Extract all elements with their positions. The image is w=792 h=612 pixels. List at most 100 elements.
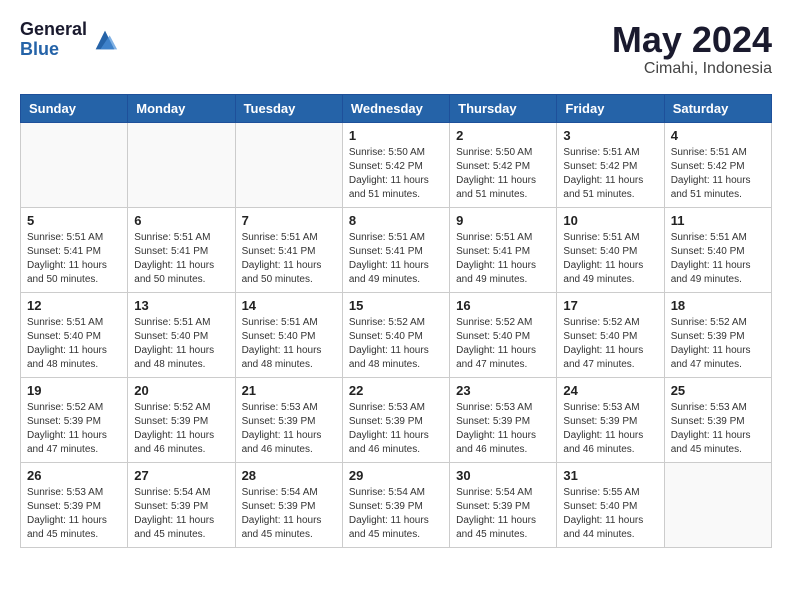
month-title: May 2024: [612, 20, 772, 60]
calendar-cell: 3Sunrise: 5:51 AM Sunset: 5:42 PM Daylig…: [557, 122, 664, 207]
calendar-cell: 5Sunrise: 5:51 AM Sunset: 5:41 PM Daylig…: [21, 207, 128, 292]
calendar-cell: 28 Sunrise: 5:54 AM Sunset: 5:39 PM Dayli…: [235, 462, 342, 547]
day-number: 1: [349, 128, 443, 143]
day-number: 5: [27, 213, 121, 228]
weekday-header-wednesday: Wednesday: [342, 94, 449, 122]
day-info: Sunrise: 5:51 AM Sunset: 5:41 PM Dayligh…: [242, 231, 336, 287]
calendar-cell: 12 Sunrise: 5:51 AM Sunset: 5:40 PM Dayli…: [21, 292, 128, 377]
calendar-cell: 9Sunrise: 5:51 AM Sunset: 5:41 PM Daylig…: [450, 207, 557, 292]
calendar-cell: 31 Sunrise: 5:55 AM Sunset: 5:40 PM Dayli…: [557, 462, 664, 547]
day-info: Sunrise: 5:51 AM Sunset: 5:40 PM Dayligh…: [242, 316, 336, 372]
weekday-header-thursday: Thursday: [450, 94, 557, 122]
day-number: 7: [242, 213, 336, 228]
day-info: Sunrise: 5:53 AM Sunset: 5:39 PM Dayligh…: [242, 401, 336, 457]
day-info: Sunrise: 5:51 AM Sunset: 5:42 PM Dayligh…: [563, 146, 657, 202]
calendar-cell: 10 Sunrise: 5:51 AM Sunset: 5:40 PM Dayli…: [557, 207, 664, 292]
day-number: 24: [563, 383, 657, 398]
calendar-cell: 13Sunrise: 5:51 AM Sunset: 5:40 PM Dayli…: [128, 292, 235, 377]
calendar-cell: 23 Sunrise: 5:53 AM Sunset: 5:39 PM Dayli…: [450, 377, 557, 462]
calendar-week-row: 1 Sunrise: 5:50 AM Sunset: 5:42 PM Daylig…: [21, 122, 772, 207]
day-info: Sunrise: 5:51 AM Sunset: 5:40 PM Dayligh…: [27, 316, 121, 372]
calendar-cell: 29Sunrise: 5:54 AM Sunset: 5:39 PM Dayli…: [342, 462, 449, 547]
calendar-cell: 24 Sunrise: 5:53 AM Sunset: 5:39 PM Dayli…: [557, 377, 664, 462]
day-number: 23: [456, 383, 550, 398]
day-number: 28: [242, 468, 336, 483]
calendar-cell: [235, 122, 342, 207]
logo-text: General Blue: [20, 20, 87, 60]
day-info: Sunrise: 5:51 AM Sunset: 5:41 PM Dayligh…: [349, 231, 443, 287]
day-info: Sunrise: 5:51 AM Sunset: 5:42 PM Dayligh…: [671, 146, 765, 202]
title-block: May 2024 Cimahi, Indonesia: [612, 20, 772, 78]
location: Cimahi, Indonesia: [612, 60, 772, 78]
day-info: Sunrise: 5:50 AM Sunset: 5:42 PM Dayligh…: [456, 146, 550, 202]
calendar-cell: 26 Sunrise: 5:53 AM Sunset: 5:39 PM Dayli…: [21, 462, 128, 547]
calendar-cell: 22 Sunrise: 5:53 AM Sunset: 5:39 PM Dayli…: [342, 377, 449, 462]
calendar-cell: [664, 462, 771, 547]
day-info: Sunrise: 5:52 AM Sunset: 5:40 PM Dayligh…: [563, 316, 657, 372]
calendar-cell: 1 Sunrise: 5:50 AM Sunset: 5:42 PM Daylig…: [342, 122, 449, 207]
day-number: 31: [563, 468, 657, 483]
weekday-header-sunday: Sunday: [21, 94, 128, 122]
calendar-cell: [128, 122, 235, 207]
day-number: 18: [671, 298, 765, 313]
day-info: Sunrise: 5:54 AM Sunset: 5:39 PM Dayligh…: [134, 486, 228, 542]
day-info: Sunrise: 5:52 AM Sunset: 5:39 PM Dayligh…: [134, 401, 228, 457]
day-number: 26: [27, 468, 121, 483]
day-number: 25: [671, 383, 765, 398]
calendar-cell: 7 Sunrise: 5:51 AM Sunset: 5:41 PM Daylig…: [235, 207, 342, 292]
calendar-cell: 20 Sunrise: 5:52 AM Sunset: 5:39 PM Dayli…: [128, 377, 235, 462]
weekday-header-saturday: Saturday: [664, 94, 771, 122]
day-info: Sunrise: 5:55 AM Sunset: 5:40 PM Dayligh…: [563, 486, 657, 542]
calendar-cell: 8Sunrise: 5:51 AM Sunset: 5:41 PM Daylig…: [342, 207, 449, 292]
day-info: Sunrise: 5:50 AM Sunset: 5:42 PM Dayligh…: [349, 146, 443, 202]
logo-blue: Blue: [20, 40, 87, 60]
day-number: 4: [671, 128, 765, 143]
day-info: Sunrise: 5:52 AM Sunset: 5:40 PM Dayligh…: [349, 316, 443, 372]
calendar-cell: 16 Sunrise: 5:52 AM Sunset: 5:40 PM Dayli…: [450, 292, 557, 377]
calendar-cell: 30Sunrise: 5:54 AM Sunset: 5:39 PM Dayli…: [450, 462, 557, 547]
day-number: 16: [456, 298, 550, 313]
day-info: Sunrise: 5:54 AM Sunset: 5:39 PM Dayligh…: [242, 486, 336, 542]
calendar-week-row: 5 Sunrise: 5:51 AM Sunset: 5:41 PM Daylig…: [21, 207, 772, 292]
calendar-cell: 6 Sunrise: 5:51 AM Sunset: 5:41 PM Daylig…: [128, 207, 235, 292]
day-number: 11: [671, 213, 765, 228]
calendar-cell: 14 Sunrise: 5:51 AM Sunset: 5:40 PM Dayli…: [235, 292, 342, 377]
day-info: Sunrise: 5:53 AM Sunset: 5:39 PM Dayligh…: [563, 401, 657, 457]
weekday-header-row: SundayMondayTuesdayWednesdayThursdayFrid…: [21, 94, 772, 122]
calendar-week-row: 26 Sunrise: 5:53 AM Sunset: 5:39 PM Dayli…: [21, 462, 772, 547]
day-info: Sunrise: 5:52 AM Sunset: 5:39 PM Dayligh…: [27, 401, 121, 457]
weekday-header-friday: Friday: [557, 94, 664, 122]
calendar-cell: 2 Sunrise: 5:50 AM Sunset: 5:42 PM Daylig…: [450, 122, 557, 207]
weekday-header-monday: Monday: [128, 94, 235, 122]
day-info: Sunrise: 5:54 AM Sunset: 5:39 PM Dayligh…: [456, 486, 550, 542]
day-info: Sunrise: 5:53 AM Sunset: 5:39 PM Dayligh…: [671, 401, 765, 457]
day-info: Sunrise: 5:51 AM Sunset: 5:40 PM Dayligh…: [563, 231, 657, 287]
calendar-cell: 19 Sunrise: 5:52 AM Sunset: 5:39 PM Dayli…: [21, 377, 128, 462]
calendar-week-row: 12 Sunrise: 5:51 AM Sunset: 5:40 PM Dayli…: [21, 292, 772, 377]
day-info: Sunrise: 5:53 AM Sunset: 5:39 PM Dayligh…: [349, 401, 443, 457]
calendar-cell: [21, 122, 128, 207]
day-info: Sunrise: 5:52 AM Sunset: 5:40 PM Dayligh…: [456, 316, 550, 372]
calendar-cell: 18 Sunrise: 5:52 AM Sunset: 5:39 PM Dayli…: [664, 292, 771, 377]
day-number: 15: [349, 298, 443, 313]
day-number: 6: [134, 213, 228, 228]
calendar-cell: 11Sunrise: 5:51 AM Sunset: 5:40 PM Dayli…: [664, 207, 771, 292]
day-number: 2: [456, 128, 550, 143]
day-number: 19: [27, 383, 121, 398]
day-number: 10: [563, 213, 657, 228]
day-info: Sunrise: 5:51 AM Sunset: 5:41 PM Dayligh…: [134, 231, 228, 287]
day-info: Sunrise: 5:53 AM Sunset: 5:39 PM Dayligh…: [456, 401, 550, 457]
day-info: Sunrise: 5:51 AM Sunset: 5:40 PM Dayligh…: [134, 316, 228, 372]
calendar-cell: 27Sunrise: 5:54 AM Sunset: 5:39 PM Dayli…: [128, 462, 235, 547]
day-number: 20: [134, 383, 228, 398]
day-number: 22: [349, 383, 443, 398]
day-number: 14: [242, 298, 336, 313]
day-number: 12: [27, 298, 121, 313]
day-info: Sunrise: 5:53 AM Sunset: 5:39 PM Dayligh…: [27, 486, 121, 542]
day-number: 29: [349, 468, 443, 483]
day-info: Sunrise: 5:51 AM Sunset: 5:41 PM Dayligh…: [456, 231, 550, 287]
calendar-cell: 17Sunrise: 5:52 AM Sunset: 5:40 PM Dayli…: [557, 292, 664, 377]
weekday-header-tuesday: Tuesday: [235, 94, 342, 122]
calendar-week-row: 19 Sunrise: 5:52 AM Sunset: 5:39 PM Dayli…: [21, 377, 772, 462]
day-info: Sunrise: 5:52 AM Sunset: 5:39 PM Dayligh…: [671, 316, 765, 372]
